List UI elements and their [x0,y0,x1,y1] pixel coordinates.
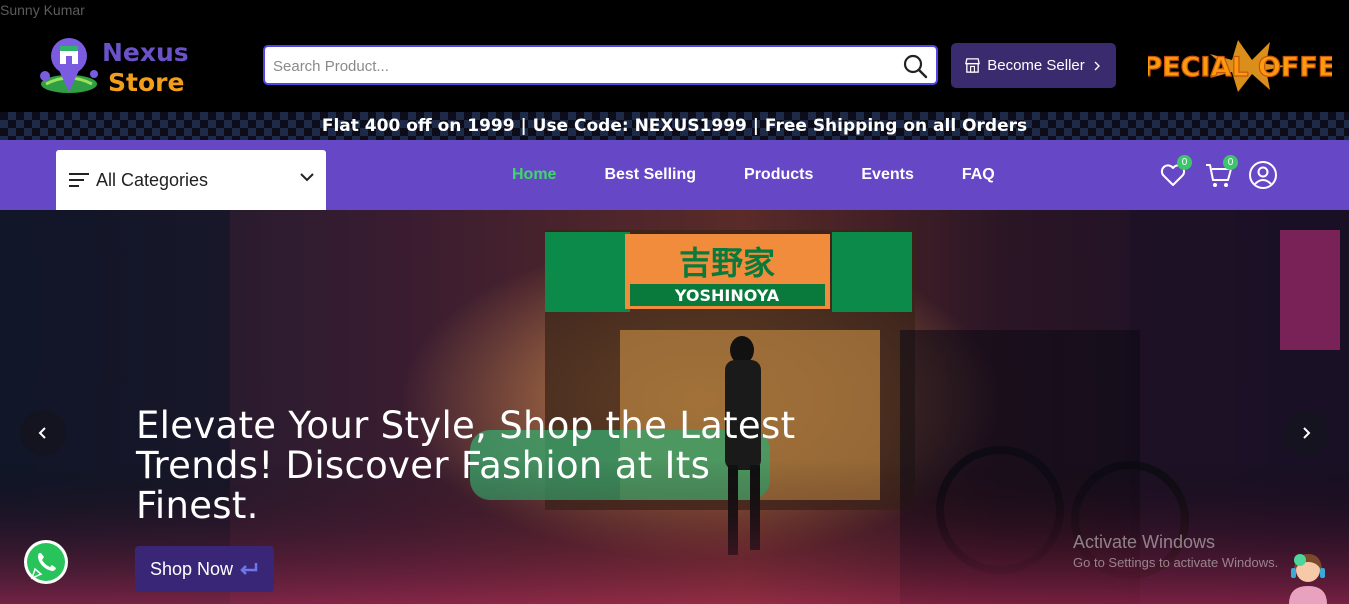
cart-count-badge: 0 [1223,155,1238,170]
carousel-prev-button[interactable] [20,410,66,456]
site-header: Nexus Store Become Seller SPECIAL OFFER [0,0,1349,112]
search-input[interactable] [273,53,893,79]
menu-lines-icon [69,173,89,187]
become-seller-label: Become Seller [987,57,1085,74]
special-offer-banner[interactable]: SPECIAL OFFER [1148,40,1332,92]
profile-button[interactable] [1248,160,1278,190]
store-logo-icon [40,38,98,93]
store-logo[interactable]: Nexus Store [38,34,198,100]
nav-icons: 0 0 [1158,155,1278,192]
shop-now-button[interactable]: Shop Now [135,546,274,592]
wishlist-button[interactable]: 0 [1158,155,1192,190]
search-bar [263,45,938,85]
promo-strip: Flat 400 off on 1999 | Use Code: NEXUS19… [0,112,1349,140]
return-arrow-icon [240,563,258,575]
promo-text: Flat 400 off on 1999 | Use Code: NEXUS19… [321,116,1028,136]
nav-link-home[interactable]: Home [512,166,556,184]
chevron-right-icon [1094,61,1100,70]
shop-now-label: Shop Now [149,558,234,579]
become-seller-button[interactable]: Become Seller [951,43,1116,88]
main-nav: All Categories Home Best Selling Product… [0,140,1349,210]
hero-banner: 吉野家 YOSHINOYA Elevate Your Style, Shop t… [0,210,1349,604]
author-label: Sunny Kumar [0,2,85,18]
sign-kanji: 吉野家 [679,244,775,282]
chevron-down-icon [300,173,314,182]
chevron-left-icon [38,427,46,439]
logo-text-nexus: Nexus [102,38,189,67]
carousel-next-button[interactable] [1283,410,1329,456]
nav-link-faq[interactable]: FAQ [962,166,995,184]
nav-link-best-selling[interactable]: Best Selling [604,166,696,184]
wishlist-count-badge: 0 [1177,155,1192,170]
all-categories-label: All Categories [96,169,209,190]
nav-links: Home Best Selling Products Events FAQ [512,140,1043,210]
support-agent-icon[interactable] [1285,550,1331,604]
activate-windows-subtitle: Go to Settings to activate Windows. [1073,555,1279,570]
search-icon[interactable] [902,53,928,79]
activate-windows-watermark: Activate Windows Go to Settings to activ… [1073,532,1278,570]
nav-link-events[interactable]: Events [861,166,913,184]
whatsapp-icon[interactable] [22,538,70,586]
user-icon [1249,161,1277,189]
hero-title: Elevate Your Style, Shop the Latest Tren… [136,404,796,527]
chevron-right-icon [1303,427,1311,439]
store-icon [965,58,981,73]
logo-text-store: Store [108,68,185,97]
all-categories-dropdown[interactable]: All Categories [56,150,326,210]
activate-windows-title: Activate Windows [1073,532,1216,552]
sign-brand: YOSHINOYA [674,286,780,305]
cart-button[interactable]: 0 [1204,155,1238,190]
nav-link-products[interactable]: Products [744,166,813,184]
special-offer-text: SPECIAL OFFER [1148,52,1332,83]
